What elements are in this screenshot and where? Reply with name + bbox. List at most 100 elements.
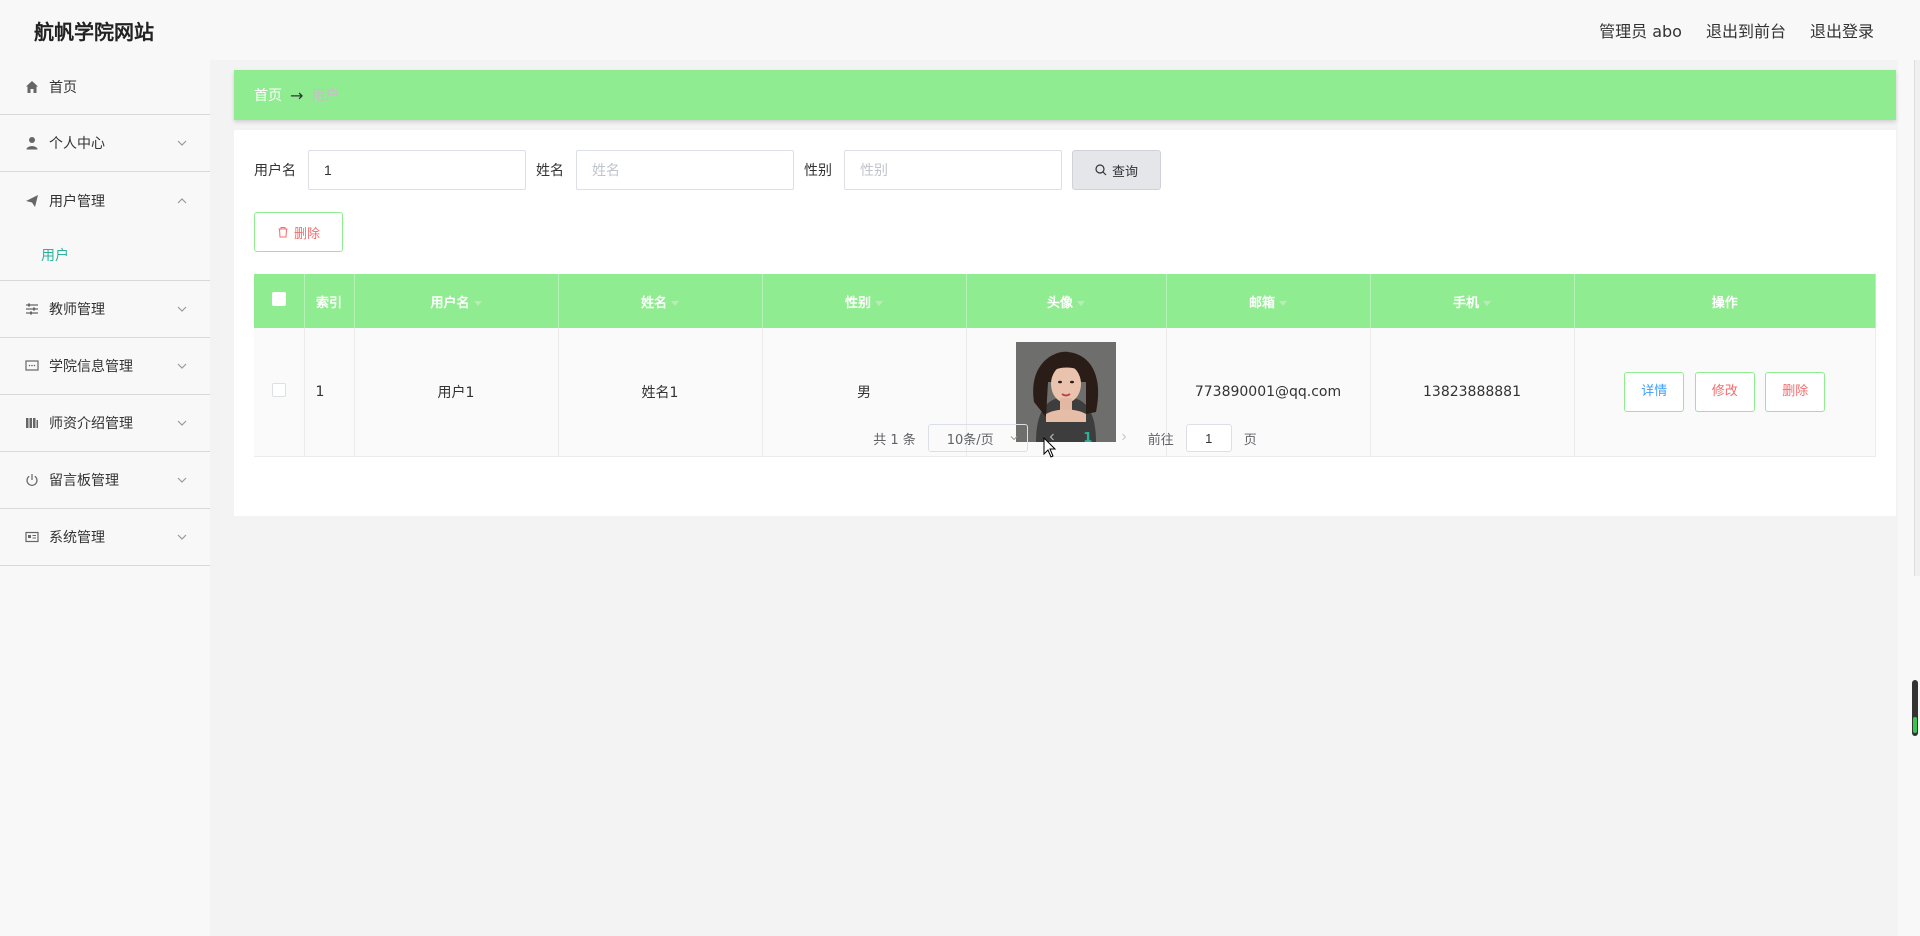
sidebar-item-label: 个人中心 [49,136,105,152]
pagination-total: 共 1 条 [873,432,916,448]
select-all-header[interactable] [254,274,305,328]
main-content: 首页 → 用户 用户名 姓名 性别 查询 删除 索引 用 [210,60,1898,936]
page-size-select[interactable]: 10条/页 [927,424,1028,452]
col-actions: 操作 [1574,274,1876,328]
col-email-label: 邮箱 [1248,295,1275,311]
chevron-down-icon [177,477,187,483]
sliders-icon [24,301,40,317]
bulk-delete-label: 删除 [293,226,320,242]
col-actions-label: 操作 [1711,295,1738,311]
col-avatar-label: 头像 [1046,295,1073,311]
admin-label: 管理员 abo [1599,22,1682,41]
content-panel: 用户名 姓名 性别 查询 删除 索引 用户名 姓名 性别 [234,130,1896,516]
col-index-label: 索引 [315,295,342,311]
next-page-button[interactable] [1112,431,1136,446]
chevron-down-icon [177,420,187,426]
page-scrollbar[interactable] [1914,60,1920,576]
sidebar-item-message-board-management[interactable]: 留言板管理 [0,452,210,509]
power-icon [24,472,40,488]
paper-plane-icon [24,193,40,209]
scroll-indicator[interactable] [1912,680,1918,736]
col-phone[interactable]: 手机 [1370,274,1575,328]
breadcrumb: 首页 → 用户 [234,70,1896,120]
sort-icon[interactable] [1077,300,1085,306]
top-links: 管理员 abo 退出到前台 退出登录 [1599,18,1874,42]
chevron-down-icon [177,363,187,369]
logout-link[interactable]: 退出登录 [1810,18,1874,42]
sort-icon[interactable] [671,300,679,306]
sort-icon[interactable] [1483,300,1491,306]
trash-icon [278,227,288,238]
mouse-cursor-icon [1043,437,1057,458]
sidebar-item-label: 师资介绍管理 [49,416,133,432]
detail-button[interactable]: 详情 [1624,371,1685,412]
chat-icon [24,358,40,374]
breadcrumb-home[interactable]: 首页 [254,85,282,105]
chevron-down-icon [177,140,187,146]
sidebar-item-system-management[interactable]: 系统管理 [0,509,210,566]
top-bar: 航帆学院网站 管理员 abo 退出到前台 退出登录 [0,0,1920,60]
edit-button[interactable]: 修改 [1694,371,1755,412]
col-username[interactable]: 用户名 [354,274,559,328]
search-icon [1095,164,1107,176]
row-checkbox[interactable] [271,382,286,397]
col-gender-label: 性别 [844,295,871,311]
search-form: 用户名 姓名 性别 查询 [254,150,1161,190]
goto-label: 前往 [1147,432,1174,448]
home-icon [24,79,40,95]
username-label: 用户名 [254,163,296,179]
chevron-up-icon [177,197,187,203]
username-input[interactable] [308,150,526,190]
sidebar-item-label: 首页 [49,80,77,96]
sort-icon[interactable] [473,300,482,306]
chevron-down-icon [177,534,187,540]
page-size-value: 10条/页 [946,432,994,448]
table-header-row: 索引 用户名 姓名 性别 头像 邮箱 手机 操作 [254,274,1876,328]
sidebar-item-college-info-management[interactable]: 学院信息管理 [0,338,210,395]
user-icon [24,135,40,151]
sidebar-item-label: 用户管理 [49,193,105,210]
breadcrumb-separator: → [290,85,304,105]
col-avatar[interactable]: 头像 [966,274,1167,328]
col-name-label: 姓名 [640,295,667,311]
gender-input[interactable] [844,150,1062,190]
sidebar-item-profile[interactable]: 个人中心 [0,115,210,172]
id-card-icon [24,529,40,545]
page-number[interactable]: 1 [1076,431,1100,446]
sidebar-item-user-management[interactable]: 用户管理 [0,172,210,229]
select-all-checkbox[interactable] [271,292,286,306]
row-delete-button[interactable]: 删除 [1765,371,1826,412]
site-brand: 航帆学院网站 [34,19,154,44]
col-username-label: 用户名 [430,295,470,311]
chevron-right-icon [1121,433,1126,440]
sidebar-item-faculty-management[interactable]: 师资介绍管理 [0,395,210,452]
bars-icon [24,415,40,431]
col-phone-label: 手机 [1452,295,1479,311]
sidebar-item-home[interactable]: 首页 [0,60,210,115]
sort-icon[interactable] [1279,300,1287,306]
chevron-down-icon [177,306,187,312]
search-button-label: 查询 [1111,164,1138,180]
sidebar-item-label: 系统管理 [49,530,105,546]
sidebar-subitem-users[interactable]: 用户 [0,229,210,281]
pagination: 共 1 条 10条/页 1 前往 页 [234,424,1896,452]
sort-icon[interactable] [875,300,883,306]
gender-label: 性别 [804,163,832,179]
goto-suffix: 页 [1243,432,1257,448]
chevron-down-icon [1010,436,1018,441]
name-input[interactable] [576,150,794,190]
name-label: 姓名 [536,163,564,179]
sidebar-item-label: 学院信息管理 [49,359,133,375]
bulk-delete-button[interactable]: 删除 [254,212,343,252]
to-frontend-link[interactable]: 退出到前台 [1706,18,1786,42]
search-button[interactable]: 查询 [1072,150,1161,190]
breadcrumb-current: 用户 [311,88,340,104]
col-email[interactable]: 邮箱 [1166,274,1371,328]
col-gender[interactable]: 性别 [762,274,967,328]
goto-page-input[interactable] [1185,424,1232,452]
sidebar-item-label: 留言板管理 [49,473,119,489]
col-index: 索引 [304,274,355,328]
sidebar-item-label: 教师管理 [49,302,105,318]
sidebar-item-teacher-management[interactable]: 教师管理 [0,281,210,338]
col-name[interactable]: 姓名 [558,274,763,328]
